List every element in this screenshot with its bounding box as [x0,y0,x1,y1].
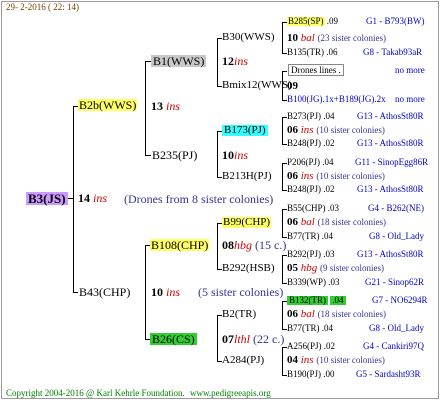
gen4-row-1[interactable]: B135(TR) .06 [287,48,338,57]
connector-line [282,71,287,72]
footer-site[interactable]: www.pedigreeapis.org [190,389,271,398]
connector-line [145,61,146,155]
gen4-row-9[interactable]: B292(PJ) .03 [287,250,335,259]
connector-line [217,131,218,177]
connector-line [282,301,283,329]
drones-lines-label: Drones lines . [288,64,344,76]
gen2-queen-2[interactable]: B108(CHP) [150,239,210,251]
gen3-year-2: 06 ins (10 sister colonies) [287,124,385,136]
gen3-queen-0[interactable]: B30(WWS) [222,32,275,43]
gen3-year-6: 06 bal (18 sister colonies) [287,308,387,320]
gen4-row-6[interactable]: B248(PJ) .02 [287,185,335,194]
gen2-year-3: 07lthl (22 c.) [222,332,285,346]
gen2-year-0: 12ins [222,54,249,68]
footer-copyright: Copyright 2004-2016 @ Karl Kehrle Founda… [6,388,185,398]
gen4-line-5: G11 - SinopEgg86R [355,157,429,167]
gen4-row-8[interactable]: B77(TR) .04 [287,232,333,241]
gen3-queen-3[interactable]: B213H(PJ) [222,171,272,182]
gen4-row-14[interactable]: B190(PJ) .00 [287,370,335,379]
connector-line [282,22,283,53]
gen4-line-7: G4 - B262(NE) [368,203,424,213]
gen2-year-2: 08hbg (15 c.) [222,238,287,252]
gen4-line-10: G21 - Sinop62R [365,277,425,287]
gen1-year-0: 13 ins [151,99,181,113]
pedigree-chart: 29- 2-2016 ( 22: 14) Copyright 2004-2016… [0,0,440,400]
gen2-queen-1[interactable]: B235(PJ) [151,149,199,161]
gen1-year-1: 10 ins [151,285,181,299]
gen4-line-14: G5 - Sardasht93R [356,369,421,379]
connector-line [282,347,283,375]
gen3-year-5: 05 hbg (9 sister colonies) [287,262,384,274]
connector-line [282,209,283,237]
gen3-more-1: no more [395,65,425,75]
gen1-queen-0[interactable]: B2b(WWS) [78,99,138,111]
gen2-queen-3[interactable]: B26(CS) [150,333,197,345]
gen4-row-4[interactable]: B248(PJ) .02 [287,139,335,148]
gen4-row-2[interactable]: B100(JG).1x+B189(JG).2x [287,95,386,104]
gen3-queen-6[interactable]: B2(TR) [222,309,256,320]
gen2-queen-0[interactable]: B1(WWS) [151,55,207,67]
gen3-queen-4[interactable]: B99(CHP) [222,217,272,228]
connector-line [73,106,74,292]
gen4-line-3: G13 - AthosSt80R [357,111,424,121]
gen4-line-4: G13 - AthosSt80R [357,138,424,148]
gen4-row-12[interactable]: B77(TR) .04 [287,324,333,333]
root-queen[interactable]: B3(JS) [26,192,68,205]
gen3-queen-2[interactable]: B173(PJ) [222,125,268,136]
gen4-row-10[interactable]: B339(WP) .03 [287,278,340,287]
gen3-year-4: 06 bal (18 sister colonies) [287,216,387,228]
gen3-queen-5[interactable]: B292(HSB) [222,263,275,274]
gen4-row-0[interactable]: B285(SP) .09 [287,17,338,26]
gen4-row-5[interactable]: P206(PJ) .04 [287,158,334,167]
header-date: 29- 2-2016 ( 22: 14) [6,2,79,12]
gen4-line-13: G4 - Cankiri97Q [363,341,424,351]
gen3-year-1: 09 [287,80,298,92]
gen3-queen-1[interactable]: Bmix12(WWS) [222,80,292,91]
root-queen-name[interactable]: B3(JS) [26,192,68,205]
connector-line [282,117,283,144]
gen4-row-11[interactable]: B132(TR) .04 [287,296,346,305]
gen4-line-1: G8 - Takab93aR [363,47,423,57]
gen4-line-12: G8 - Old_Lady [369,323,424,333]
connector-line [282,163,283,190]
gen4-line-8: G8 - Old_Lady [369,231,424,241]
gen4-line-0: G1 - B793(BW) [366,16,425,26]
root-drone-note: (Drones from 8 sister colonies) [124,192,274,206]
gen3-year-0: 10 bal (23 sister colonies) [287,32,387,44]
gen1-note-1: (5 sister colonies) [198,285,284,299]
connector-line [145,245,146,339]
connector-line [217,315,218,361]
gen4-row-7[interactable]: B55(CHP) .03 [287,204,339,213]
gen3-queen-7[interactable]: A284(PJ) [222,355,264,366]
gen4-line-2: no more [395,94,425,104]
gen4-row-3[interactable]: B273(PJ) .04 [287,112,335,121]
connector-line [217,223,218,269]
connector-line [217,38,218,86]
gen3-year-7: 04 ins (10 sister colonies) [287,354,385,366]
gen4-row-13[interactable]: A256(PJ) .02 [287,342,335,351]
gen2-year-1: 10ins [222,148,249,162]
root-year-line: 14 ins [78,191,108,205]
connector-line [282,255,283,283]
gen3-year-3: 06 ins (10 sister colonies) [287,170,385,182]
gen4-line-9: G13 - AthosSt80R [357,249,424,259]
gen1-queen-1[interactable]: B43(CHP) [78,286,132,298]
gen4-line-11: G7 - NO6294R [372,295,428,305]
gen4-line-6: G13 - AthosSt80R [357,184,424,194]
